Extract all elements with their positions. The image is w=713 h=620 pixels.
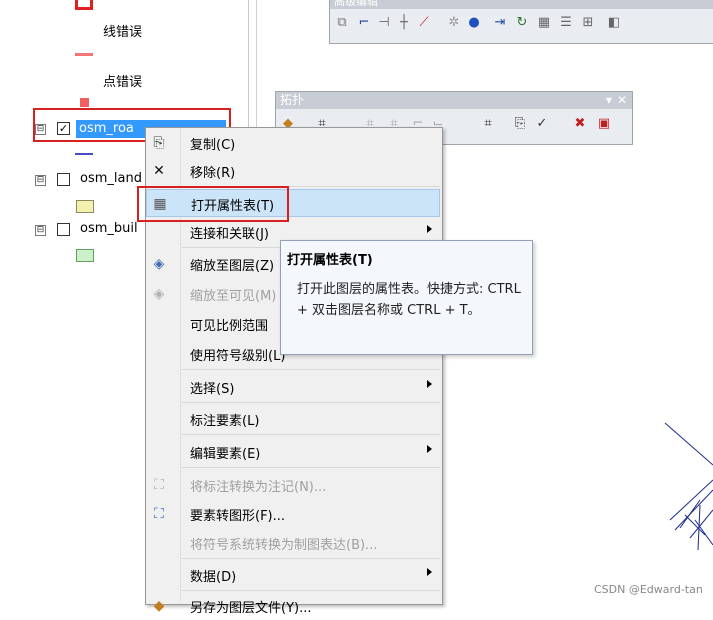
features-to-graphics-icon: ⛶ <box>154 506 164 522</box>
layer-item-osm-land[interactable]: osm_land <box>80 171 142 186</box>
menu-item-data[interactable]: 数据(D) <box>146 561 440 589</box>
watermark: CSDN @Edward-tan <box>594 583 703 596</box>
menu-item-convert-symbology-to-representation[interactable]: 将符号系统转换为制图表达(B)... <box>146 529 440 557</box>
menu-separator <box>182 558 440 559</box>
tooltip-title: 打开属性表(T) <box>287 253 373 268</box>
remove-icon: ✕ <box>153 163 165 179</box>
map-features <box>664 422 713 551</box>
smooth-icon[interactable]: ⇥ <box>492 15 508 31</box>
toolbar-title: 拓扑 <box>280 93 305 107</box>
legend-label-point-error: 点错误 <box>103 75 143 90</box>
line-symbol-blue <box>75 153 93 155</box>
menu-item-selection[interactable]: 选择(S) <box>146 373 440 401</box>
toolbar-icons: ⧉ ⌐ ⊣ ┼ ⟋ ✲ ● ⇥ ↻ ▦ ☰ ⊞ ◧ <box>334 15 710 35</box>
error-polygon-symbol <box>75 0 93 10</box>
menu-item-label-features[interactable]: 标注要素(L) <box>146 405 440 433</box>
advanced-editing-toolbar: 高级编辑 ⧉ ⌐ ⊣ ┼ ⟋ ✲ ● ⇥ ↻ ▦ ☰ ⊞ ◧ <box>329 0 713 44</box>
align-icon[interactable]: ▦ <box>536 15 552 31</box>
rotate-icon[interactable]: ↻ <box>514 15 530 31</box>
menu-separator <box>182 467 440 468</box>
menu-separator <box>182 369 440 370</box>
error-inspector-icon[interactable]: ▣ <box>596 116 612 132</box>
copy-features-icon[interactable]: ⧉ <box>334 15 350 31</box>
fillet-icon[interactable]: ⌐ <box>356 15 372 31</box>
generalize-icon[interactable]: ● <box>466 15 482 31</box>
zoom-to-visible-icon: ◈ <box>153 286 165 302</box>
expander-icon[interactable]: ⊟ <box>35 225 46 236</box>
line-error-symbol <box>75 53 93 56</box>
toolbar-title: 高级编辑 <box>330 0 713 9</box>
legend-label-line-error: 线错误 <box>103 25 143 40</box>
extend-icon[interactable]: ⊣ <box>376 15 392 31</box>
close-icon[interactable]: ✕ <box>617 92 627 109</box>
menu-item-remove[interactable]: ✕ 移除(R) <box>146 157 440 185</box>
zoom-to-layer-icon: ◈ <box>153 256 165 272</box>
expander-icon[interactable]: ⊟ <box>35 175 46 186</box>
polygon-symbol-yellow <box>76 200 94 213</box>
validate-extent-icon[interactable]: ⎘ <box>512 116 528 132</box>
submenu-arrow-icon <box>427 380 432 388</box>
menu-item-save-as-layer-file[interactable]: ◆ 另存为图层文件(Y)... <box>146 592 440 620</box>
fix-error-icon[interactable]: ✖ <box>572 116 588 132</box>
menu-separator <box>182 434 440 435</box>
menu-item-convert-labels-to-annotation[interactable]: ⛶ 将标注转换为注记(N)... <box>146 471 440 499</box>
grid-icon[interactable]: ⊞ <box>580 15 596 31</box>
tooltip-body: 打开此图层的属性表。快捷方式: CTRL + 双击图层名称或 CTRL + T。 <box>297 282 521 318</box>
menu-separator <box>182 590 440 591</box>
explode-icon[interactable]: ✲ <box>446 15 462 31</box>
distribute-icon[interactable]: ☰ <box>558 15 574 31</box>
trim-icon[interactable]: ┼ <box>396 15 412 31</box>
dropdown-icon[interactable]: ▾ <box>606 92 612 109</box>
point-error-symbol <box>80 98 89 107</box>
submenu-arrow-icon <box>427 568 432 576</box>
submenu-arrow-icon <box>427 445 432 453</box>
validate-topology-icon[interactable]: ✓ <box>534 116 550 132</box>
tooltip: 打开属性表(T) 打开此图层的属性表。快捷方式: CTRL + 双击图层名称或 … <box>280 240 533 355</box>
menu-item-edit-features[interactable]: 编辑要素(E) <box>146 438 440 466</box>
annotation-box-open-attribute-table <box>137 186 289 222</box>
menu-item-copy[interactable]: ⎘ 复制(C) <box>146 129 440 157</box>
road-lines <box>664 422 713 551</box>
copy-icon: ⎘ <box>153 135 165 151</box>
toolbar-titlebar: 拓扑 ▾ ✕ <box>276 92 632 109</box>
line-intersection-icon[interactable]: ⟋ <box>416 15 432 31</box>
convert-labels-icon: ⛶ <box>154 477 164 493</box>
layer-visibility-checkbox[interactable] <box>57 223 70 236</box>
submenu-arrow-icon <box>427 225 432 233</box>
polygon-symbol-green <box>76 249 94 262</box>
layer-visibility-checkbox[interactable] <box>57 173 70 186</box>
menu-item-convert-features-to-graphics[interactable]: ⛶ 要素转图形(F)... <box>146 500 440 528</box>
save-layer-icon: ◆ <box>153 598 165 614</box>
layer-item-osm-buil[interactable]: osm_buil <box>80 221 138 236</box>
menu-separator <box>182 402 440 403</box>
options-icon[interactable]: ◧ <box>606 15 622 31</box>
construct-features-icon[interactable]: ⌗ <box>480 116 496 132</box>
